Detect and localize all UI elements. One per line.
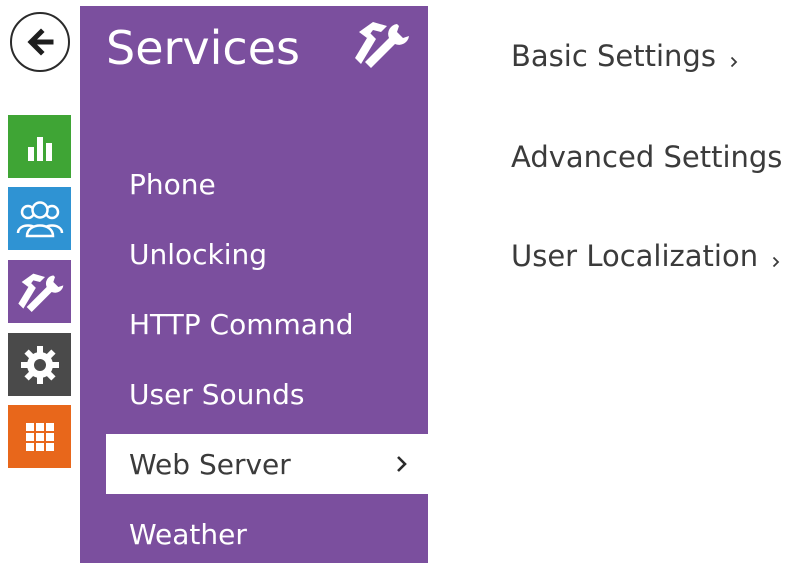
menu-item-phone[interactable]: Phone: [106, 154, 428, 214]
advanced-settings-link[interactable]: Advanced Settings: [511, 137, 789, 179]
link-label: Advanced Settings: [511, 140, 783, 174]
menu-item-user-sounds[interactable]: User Sounds: [106, 364, 428, 424]
panel-title: Services: [106, 21, 300, 75]
services-panel: Services Phone Unlocking HTTP Command Us…: [80, 6, 428, 563]
nav-services-button[interactable]: [8, 260, 71, 323]
tools-icon: [17, 273, 63, 312]
bar-chart-icon: [27, 136, 52, 161]
users-icon: [16, 200, 63, 237]
back-button[interactable]: [10, 12, 70, 72]
nav-hardware-button[interactable]: [8, 333, 71, 396]
link-label: Basic Settings: [511, 39, 716, 73]
menu-item-label: Web Server: [129, 447, 291, 481]
gear-icon: [20, 345, 59, 384]
menu-item-web-server[interactable]: Web Server: [106, 434, 428, 494]
chevron-right-icon: [772, 238, 780, 278]
basic-settings-link[interactable]: Basic Settings: [511, 36, 738, 78]
menu-item-label: HTTP Command: [129, 307, 354, 341]
nav-system-button[interactable]: [8, 405, 71, 468]
grid-icon: [25, 422, 54, 451]
chevron-right-icon: [396, 434, 408, 494]
chevron-right-icon: [730, 38, 738, 78]
menu-item-label: Unlocking: [129, 237, 268, 271]
user-localization-link[interactable]: User Localization: [511, 236, 780, 278]
menu-item-label: Weather: [129, 517, 247, 551]
menu-item-unlocking[interactable]: Unlocking: [106, 224, 428, 284]
menu-item-label: Phone: [129, 167, 216, 201]
back-arrow-icon: [27, 28, 54, 56]
nav-users-button[interactable]: [8, 187, 71, 250]
menu-item-label: User Sounds: [129, 377, 305, 411]
menu-item-weather[interactable]: Weather: [106, 504, 428, 564]
nav-status-button[interactable]: [8, 115, 71, 178]
link-label: User Localization: [511, 239, 759, 273]
menu-item-http-command[interactable]: HTTP Command: [106, 294, 428, 354]
tools-icon: [355, 22, 409, 68]
